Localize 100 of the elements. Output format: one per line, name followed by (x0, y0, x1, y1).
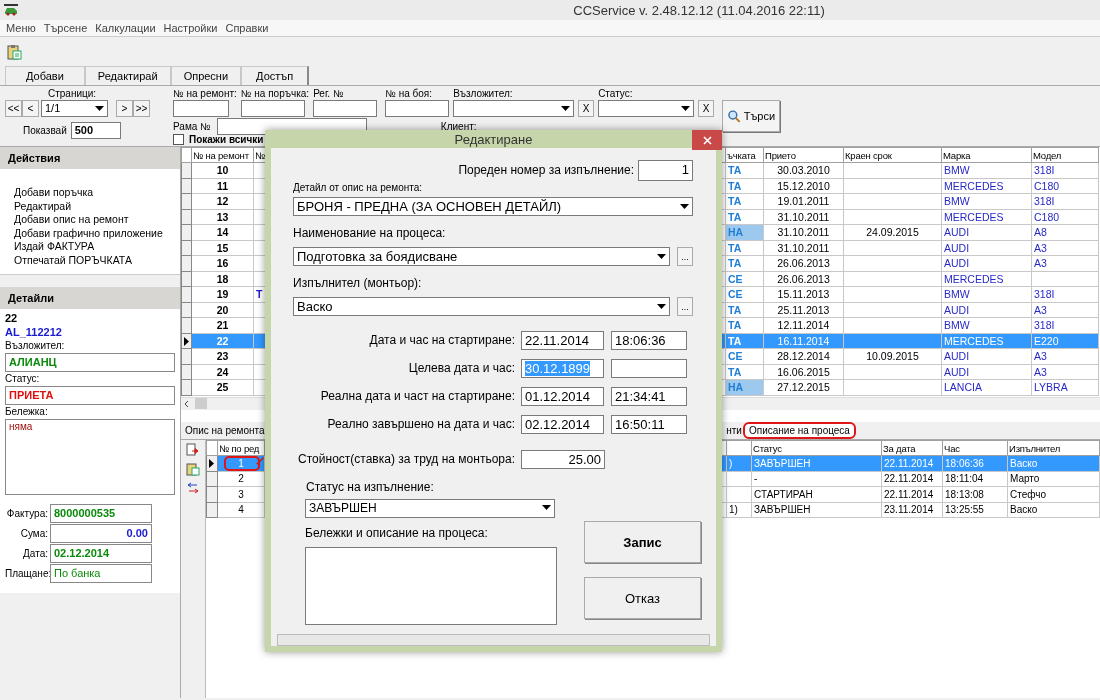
table-cell: A3 (1031, 240, 1099, 256)
menu-item[interactable]: Търсене (39, 22, 92, 34)
action-link[interactable]: Добави графично приложение (14, 226, 180, 241)
table-cell: СЕ (725, 286, 764, 302)
detail-label: Сума: (19, 527, 49, 539)
column-header[interactable]: ъчката (725, 147, 764, 163)
column-header[interactable]: Час (942, 440, 1008, 456)
field-label: Бележки и описание на процеса: (305, 526, 489, 541)
column-header[interactable]: № на ремонт (191, 147, 254, 163)
dialog-title: Редактиране (453, 131, 534, 147)
menu-item[interactable]: Меню (2, 22, 40, 34)
table-cell: 21 (191, 317, 254, 333)
detail-label: Плащане: (5, 567, 50, 579)
date-field[interactable]: 22.11.2014 (521, 331, 604, 350)
column-header[interactable]: Прието (763, 147, 844, 163)
table-cell: Стефчо (1010, 488, 1047, 500)
field-label: Реално завършено на дата и час: (326, 417, 516, 432)
detail-field: По банка (50, 563, 152, 583)
browse-button[interactable]: ... (677, 297, 693, 316)
field-label: № на боя: (385, 88, 433, 100)
table-cell: LYBRA (1031, 379, 1099, 395)
table-cell: A3 (1031, 255, 1099, 271)
column-header[interactable]: Модел (1031, 147, 1099, 163)
field-label: Дата и час на стартиране: (368, 333, 516, 348)
action-link[interactable]: Издай ФАКТУРА (14, 240, 180, 254)
save-button[interactable]: Запис (584, 521, 701, 563)
column-header[interactable]: Краен срок (843, 147, 942, 163)
table-cell: 22.11.2014 (884, 488, 934, 500)
frame-label: Рама № (173, 120, 211, 133)
worker-combo[interactable]: Васко (293, 297, 670, 316)
toolbar-button[interactable]: Редактирай (84, 66, 171, 85)
clear-button[interactable]: X (578, 100, 595, 117)
detail-label: Фактура: (5, 507, 49, 519)
date-field[interactable]: 02.12.2014 (521, 415, 604, 434)
order-field[interactable]: 1 (638, 160, 693, 181)
menu-item[interactable]: Настройки (159, 22, 222, 34)
toolbar-button[interactable]: Добави (5, 66, 85, 85)
table-cell: AUDI (941, 302, 1032, 318)
table-cell: Васко (1010, 504, 1038, 516)
table-cell: 318I (1031, 317, 1099, 333)
page-nav-button[interactable]: >> (133, 100, 150, 117)
table-cell: 19.01.2011 (763, 193, 844, 209)
column-header[interactable]: Марка (941, 147, 1032, 163)
table-cell: 18:13:08 (945, 488, 984, 500)
action-link[interactable]: Редактирай (14, 199, 180, 214)
table-cell: AUDI (941, 224, 1032, 240)
toolbar-button[interactable]: Опресни (170, 66, 242, 85)
show-all-label: Покажи всички (189, 134, 264, 145)
column-header[interactable]: № по ред (217, 440, 265, 456)
clear-button[interactable]: X (698, 100, 715, 117)
action-link[interactable]: Отпечатай ПОРЪЧКАТА (14, 253, 180, 268)
table-cell: LANCIA (941, 379, 1032, 395)
rate-field[interactable]: 25.00 (521, 450, 605, 469)
table-cell: 26.06.2013 (763, 271, 844, 287)
table-cell: BMW (941, 317, 1032, 333)
field-label: Целева дата и час: (407, 361, 516, 376)
column-header[interactable]: Статус (751, 440, 882, 456)
column-header[interactable]: Изпълнител (1007, 440, 1100, 456)
table-cell: 16.06.2015 (763, 364, 844, 380)
table-cell: 23 (191, 348, 254, 364)
page-nav-button[interactable]: > (116, 100, 133, 117)
time-field[interactable]: 18:06:36 (611, 331, 687, 350)
status-combo[interactable]: ЗАВЪРШЕН (305, 499, 555, 518)
tab[interactable]: Описание на процеса (743, 422, 856, 439)
table-cell: 31.10.2011 (763, 224, 844, 240)
cancel-button[interactable]: Отказ (584, 577, 701, 619)
page-combo[interactable]: 1/1 (41, 100, 108, 117)
action-link[interactable]: Добави опис на ремонт (14, 213, 180, 227)
browse-button[interactable]: ... (677, 247, 693, 266)
table-cell: 20 (191, 302, 254, 318)
table-cell: AUDI (941, 364, 1032, 380)
menu-item[interactable]: Калкулации (91, 22, 160, 34)
table-cell: ТА (725, 178, 764, 194)
time-field[interactable]: 21:34:41 (611, 387, 687, 406)
search-button[interactable]: Търси (722, 100, 781, 132)
table-cell: MERCEDES (941, 271, 1032, 287)
table-cell: 318I (1031, 193, 1099, 209)
field-label: Наименование на процеса: (293, 226, 447, 241)
date-field[interactable]: 01.12.2014 (521, 387, 604, 406)
page-nav-button[interactable]: << (5, 100, 22, 117)
table-cell: A8 (1031, 224, 1099, 240)
show-count-field[interactable]: 500 (70, 122, 121, 139)
table-cell: 12 (191, 193, 254, 209)
table-cell: 30.03.2010 (763, 162, 844, 178)
column-header[interactable]: За дата (881, 440, 943, 456)
process-combo[interactable]: Подготовка за боядисване (293, 247, 670, 266)
action-link[interactable]: Добави поръчка (14, 186, 180, 200)
table-cell: 31.10.2011 (763, 240, 844, 256)
detail-combo[interactable]: БРОНЯ - ПРЕДНА (ЗА ОСНОВЕН ДЕТАЙЛ) (293, 197, 693, 216)
toolbar-button[interactable]: Достъп (241, 66, 310, 85)
menu-item[interactable]: Справки (221, 22, 273, 34)
field-label: Детайл от опис на ремонта: (293, 182, 424, 194)
table-cell: 15.11.2013 (763, 286, 844, 302)
detail-label: Бележка: (5, 404, 49, 419)
page-nav-button[interactable]: < (22, 100, 39, 117)
table-cell: A3 (1031, 364, 1099, 380)
table-cell: 27.12.2015 (763, 379, 844, 395)
time-field[interactable]: 16:50:11 (611, 415, 687, 434)
table-cell: 11 (191, 178, 254, 194)
table-cell: 26.06.2013 (763, 255, 844, 271)
